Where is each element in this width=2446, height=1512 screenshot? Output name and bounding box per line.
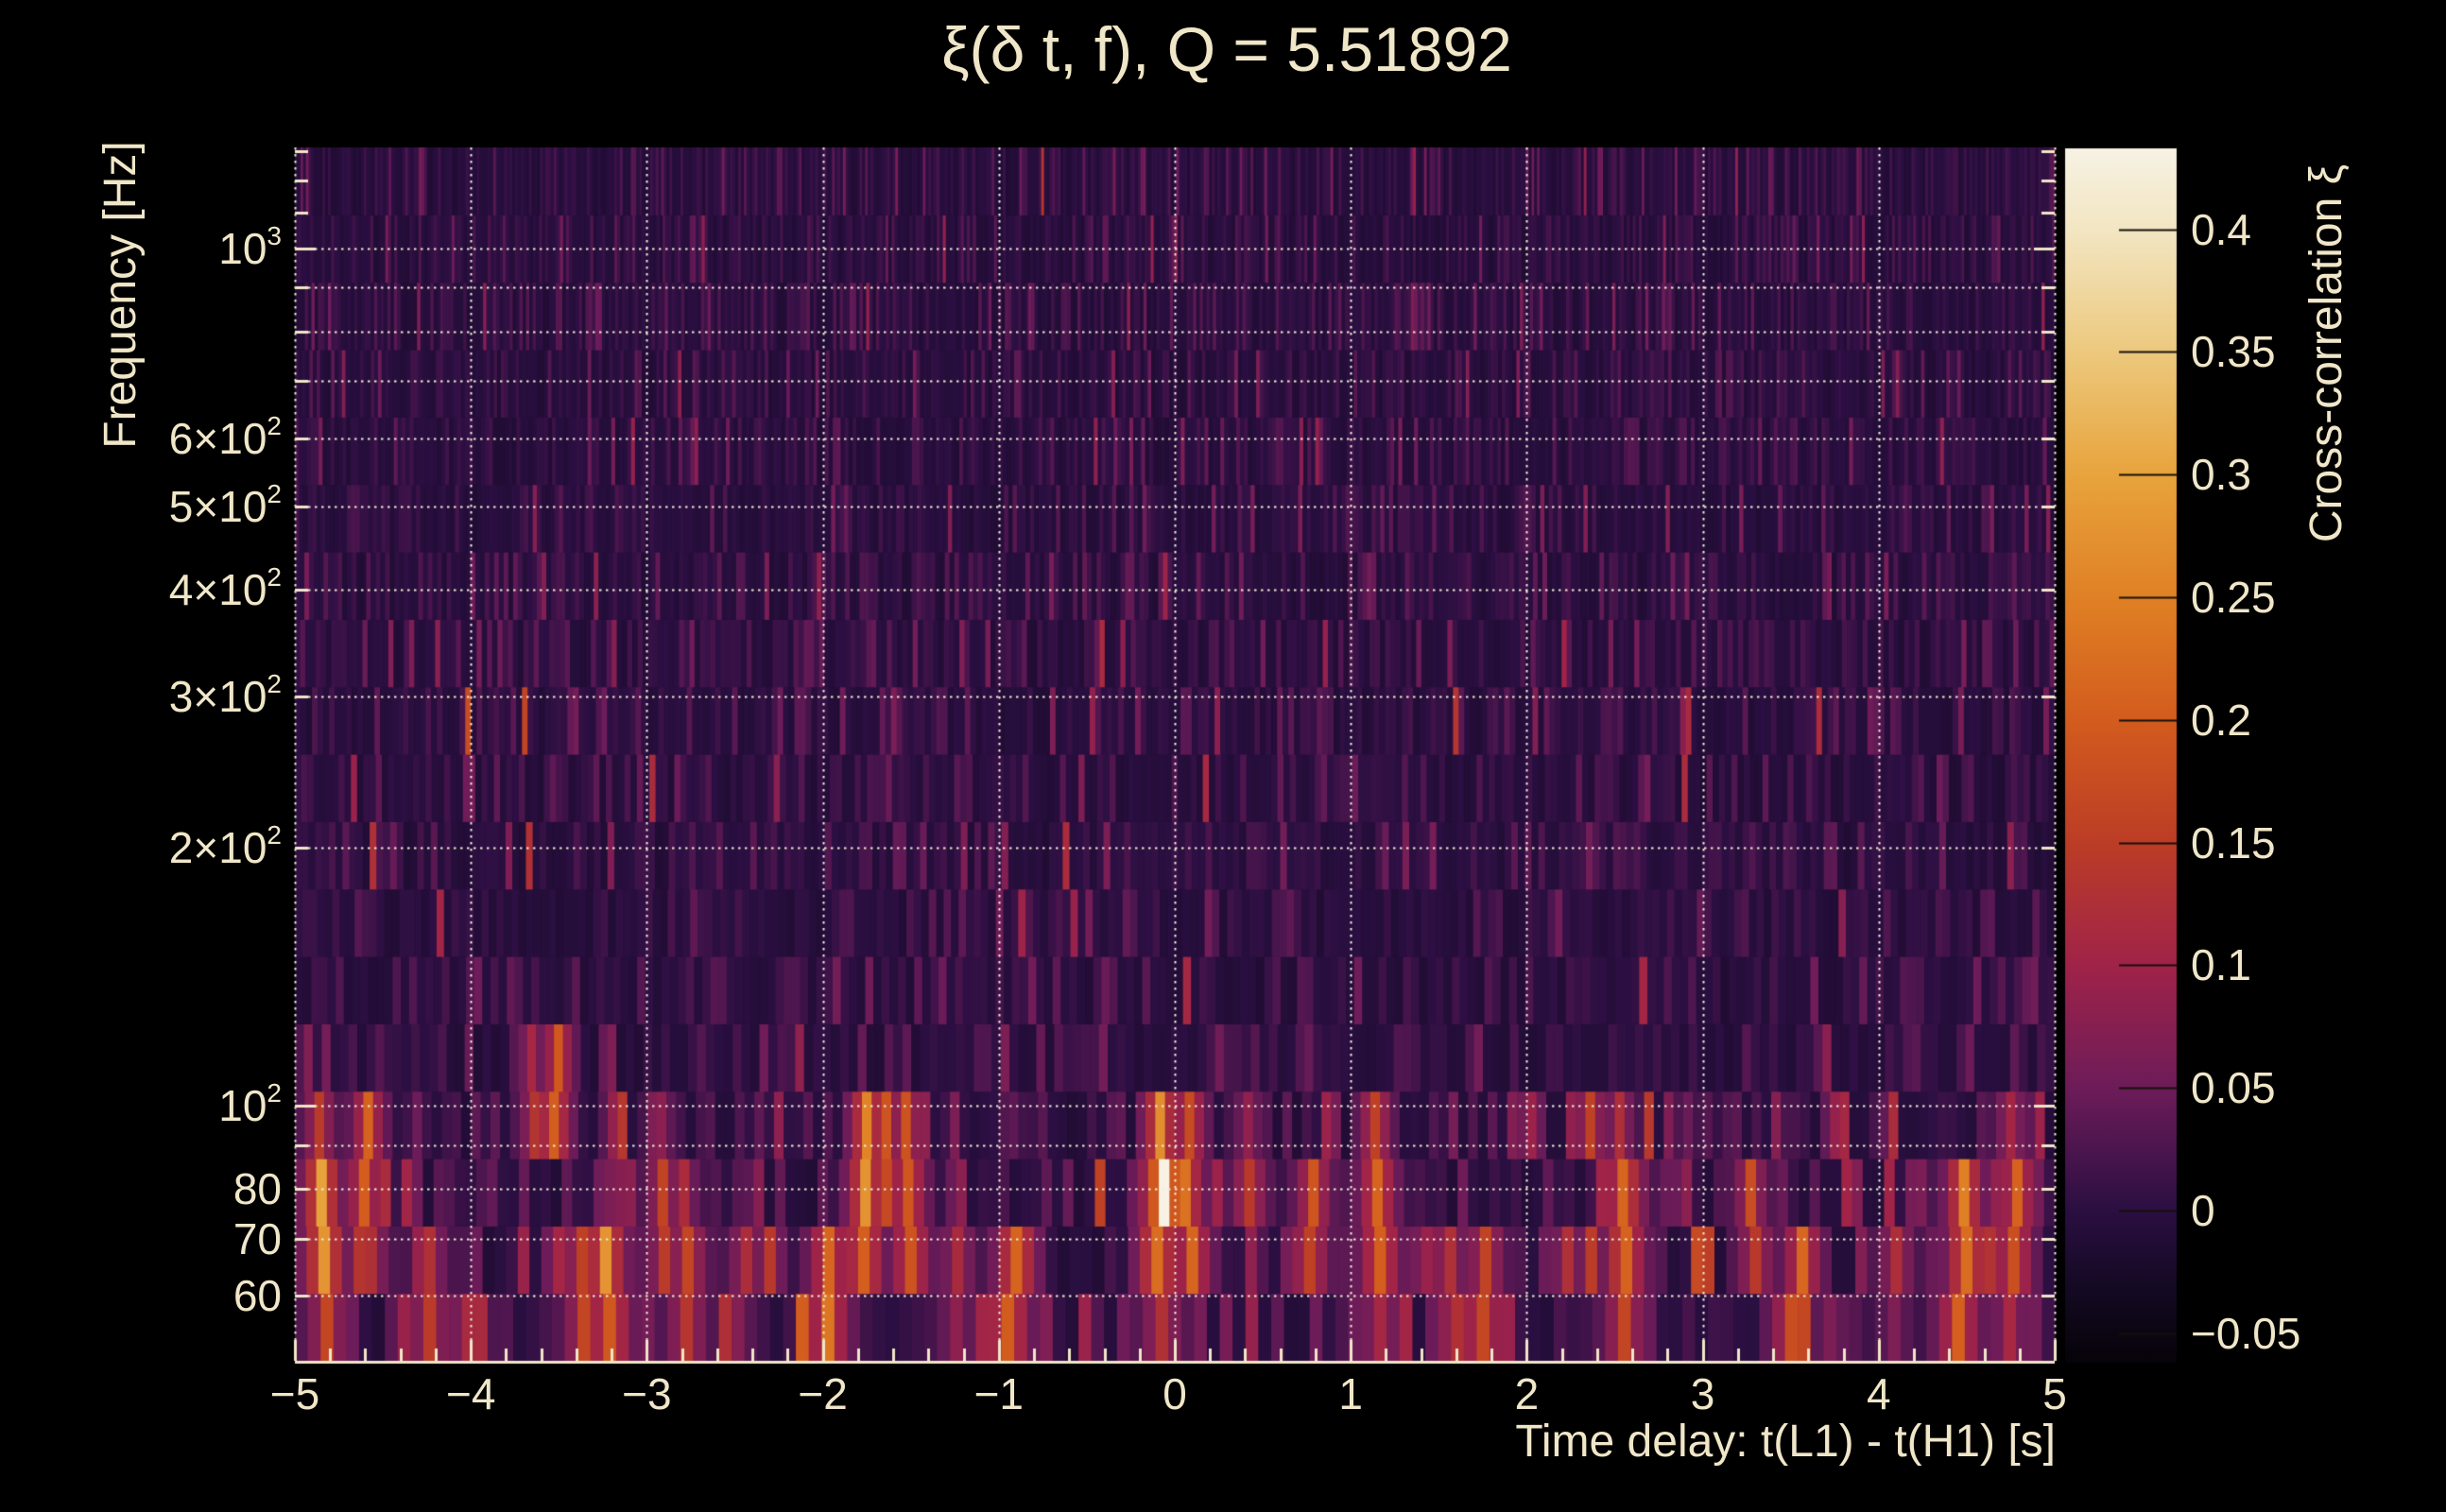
colorbar-tick-label: 0.05 (2191, 1063, 2276, 1113)
colorbar-title: Cross-correlation ξ (2301, 163, 2351, 543)
y-tick-label: 80 (233, 1163, 282, 1213)
x-tick-label: −4 (445, 1369, 496, 1418)
colorbar-tick-label: 0.2 (2191, 695, 2251, 745)
x-tick-label: −3 (622, 1369, 672, 1418)
x-tick-label: 4 (1867, 1369, 1891, 1418)
y-tick-label: 2×102 (168, 819, 282, 872)
colorbar-tick-label: −0.05 (2191, 1308, 2301, 1358)
colorbar-tick-label: 0.25 (2191, 573, 2276, 623)
x-tick-label: 0 (1163, 1369, 1187, 1418)
colorbar-tick-label: 0.35 (2191, 327, 2276, 377)
plot-title: ξ(δ t, f), Q = 5.51892 (941, 14, 1512, 84)
x-tick-label: 2 (1514, 1369, 1540, 1418)
colorbar-tick-label: 0.4 (2191, 204, 2251, 254)
x-tick-label: −5 (269, 1369, 320, 1418)
colorbar-tick-label: 0.3 (2191, 450, 2251, 500)
x-tick-label: −2 (798, 1369, 848, 1418)
y-tick-label: 70 (233, 1213, 282, 1263)
y-tick-label: 103 (218, 220, 282, 273)
y-tick-label: 5×102 (168, 478, 282, 532)
x-tick-label: 1 (1338, 1369, 1363, 1418)
x-tick-label: 5 (2042, 1369, 2067, 1418)
qscan-cross-correlation-figure: ξ(δ t, f), Q = 5.51892 Frequency [Hz] Ti… (0, 0, 2446, 1512)
colorbar-tick-label: 0 (2191, 1186, 2215, 1236)
x-tick-label: −1 (973, 1369, 1025, 1418)
y-tick-label: 3×102 (168, 668, 282, 722)
y-tick-label: 102 (218, 1077, 282, 1131)
x-axis-title: Time delay: t(L1) - t(H1) [s] (1515, 1417, 2056, 1467)
y-tick-label: 60 (233, 1271, 282, 1321)
colorbar-tick-label: 0.1 (2191, 940, 2251, 990)
y-tick-label: 4×102 (168, 561, 282, 614)
correlation-heatmap-canvas (0, 0, 2446, 1512)
x-tick-label: 3 (1690, 1369, 1715, 1418)
colorbar-tick-label: 0.15 (2191, 817, 2276, 868)
y-tick-label: 6×102 (168, 410, 282, 464)
